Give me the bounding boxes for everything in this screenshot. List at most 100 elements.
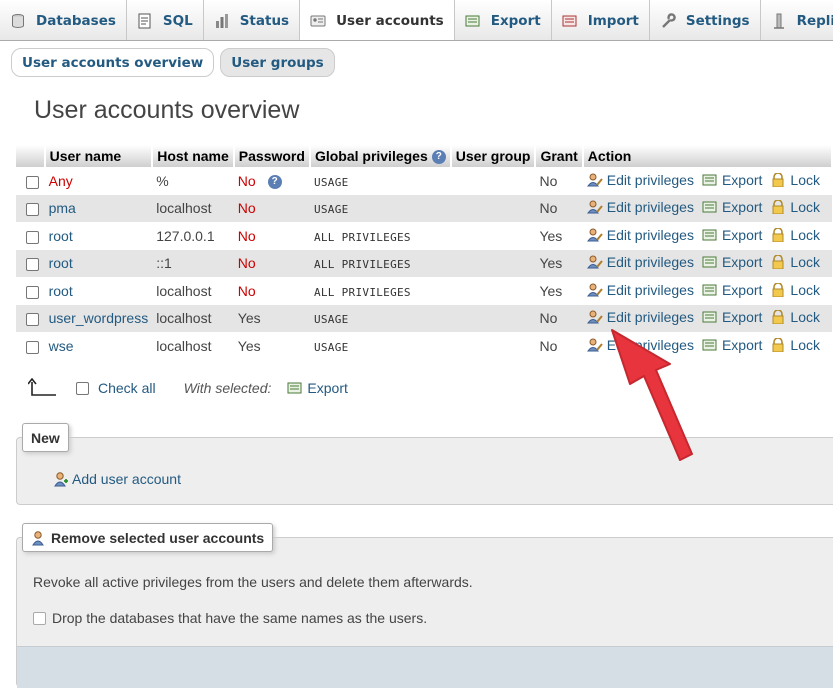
user-name[interactable]: wse xyxy=(49,338,74,354)
user-name-cell[interactable]: root xyxy=(44,249,153,277)
edit-privileges-label: Edit privileges xyxy=(606,226,694,243)
bulk-export-button[interactable]: Export xyxy=(287,380,348,396)
edit-privileges-label: Edit privileges xyxy=(606,281,694,298)
user-name[interactable]: root xyxy=(49,283,73,299)
edit-privileges-button[interactable]: Edit privileges xyxy=(586,309,694,326)
help-icon[interactable]: ? xyxy=(267,174,282,189)
lock-label: Lock xyxy=(790,336,820,353)
tab-replication[interactable]: Replication xyxy=(761,0,833,40)
remove-section-legend: Remove selected user accounts xyxy=(22,523,274,552)
global-privileges-cell: USAGE xyxy=(309,304,451,332)
new-user-section: Add user account xyxy=(16,437,833,505)
help-icon[interactable]: ? xyxy=(431,150,446,165)
host-name-cell: % xyxy=(152,167,234,195)
row-checkbox[interactable] xyxy=(26,258,39,272)
row-checkbox[interactable] xyxy=(26,230,39,244)
export-icon xyxy=(702,228,718,242)
new-section-legend: New xyxy=(22,423,69,452)
user-name-cell[interactable]: root xyxy=(44,277,153,305)
export-user-button[interactable]: Export xyxy=(702,282,762,298)
edit-privileges-button[interactable]: Edit privileges xyxy=(586,199,694,215)
user-group-cell xyxy=(450,332,536,360)
edit-privileges-button[interactable]: Edit privileges xyxy=(586,281,694,298)
global-privileges-cell: USAGE xyxy=(309,194,451,222)
tab-status[interactable]: Status xyxy=(204,0,301,40)
user-accounts-table: User name Host name Password Global priv… xyxy=(16,145,833,360)
tab-settings[interactable]: Settings xyxy=(650,0,761,40)
host-name-cell: 127.0.0.1 xyxy=(152,222,234,250)
select-column-header xyxy=(16,145,46,167)
user-name-cell[interactable]: root xyxy=(44,222,153,250)
row-checkbox[interactable] xyxy=(26,340,39,354)
edit-privileges-button[interactable]: Edit privileges xyxy=(586,254,694,270)
privileges-value: USAGE xyxy=(313,175,349,189)
column-header-user-name[interactable]: User name xyxy=(44,145,154,167)
export-label: Export xyxy=(721,281,763,298)
user-name-cell[interactable]: Any xyxy=(44,167,153,195)
user-name[interactable]: root xyxy=(49,228,73,244)
lock-icon xyxy=(770,199,786,215)
user-name-cell[interactable]: pma xyxy=(44,194,153,222)
drop-databases-label[interactable]: Drop the databases that have the same na… xyxy=(52,610,427,626)
tab-databases[interactable]: Databases xyxy=(0,0,127,40)
row-select-cell xyxy=(16,304,45,332)
user-name[interactable]: root xyxy=(49,255,73,271)
add-user-account-link[interactable]: Add user account xyxy=(53,471,181,487)
user-name-cell[interactable]: user_wordpress xyxy=(44,304,153,332)
column-header-password: Password xyxy=(233,145,311,167)
export-user-button[interactable]: Export xyxy=(702,199,762,215)
lock-user-button[interactable]: Lock xyxy=(770,199,820,215)
user-name-cell[interactable]: wse xyxy=(44,332,153,360)
row-checkbox[interactable] xyxy=(26,203,39,217)
tab-label: Status xyxy=(239,12,290,29)
replication-icon xyxy=(771,13,787,29)
lock-user-button[interactable]: Lock xyxy=(770,309,820,325)
bulk-export-label: Export xyxy=(307,380,348,396)
tab-user-accounts[interactable]: User accounts xyxy=(300,0,455,40)
subtab-user-groups[interactable]: User groups xyxy=(220,48,335,77)
password-cell: No xyxy=(233,194,310,222)
action-cell: Edit privileges Export Lock xyxy=(582,222,832,250)
host-name-cell: ::1 xyxy=(152,249,234,277)
user-name[interactable]: user_wordpress xyxy=(49,310,149,326)
edit-privileges-button[interactable]: Edit privileges xyxy=(586,226,694,243)
row-checkbox[interactable] xyxy=(26,175,39,189)
lock-user-button[interactable]: Lock xyxy=(770,282,820,298)
row-checkbox[interactable] xyxy=(26,285,39,299)
export-icon xyxy=(465,13,481,29)
subtab-user-accounts-overview[interactable]: User accounts overview xyxy=(11,48,215,77)
row-select-cell xyxy=(16,277,45,305)
user-name[interactable]: Any xyxy=(49,173,73,189)
edit-privileges-button[interactable]: Edit privileges xyxy=(586,172,694,188)
export-icon xyxy=(287,382,302,394)
tab-export[interactable]: Export xyxy=(455,0,552,40)
column-header-host-name[interactable]: Host name xyxy=(152,145,235,167)
export-user-button[interactable]: Export xyxy=(702,227,762,243)
export-icon xyxy=(702,283,718,297)
edit-privileges-icon xyxy=(586,338,603,352)
global-privileges-cell: USAGE xyxy=(309,167,451,195)
lock-user-button[interactable]: Lock xyxy=(770,227,820,243)
lock-user-button[interactable]: Lock xyxy=(770,337,820,353)
tab-sql[interactable]: SQL xyxy=(127,0,204,40)
export-label: Export xyxy=(721,309,763,326)
add-user-account-label: Add user account xyxy=(72,471,181,487)
drop-databases-option: Drop the databases that have the same na… xyxy=(33,610,427,626)
tab-import[interactable]: Import xyxy=(552,0,650,40)
check-all-checkbox[interactable] xyxy=(76,381,89,395)
annotation-arrow-icon xyxy=(611,329,693,461)
drop-databases-checkbox[interactable] xyxy=(33,611,46,625)
user-name[interactable]: pma xyxy=(49,200,76,216)
row-checkbox[interactable] xyxy=(26,313,39,327)
lock-user-button[interactable]: Lock xyxy=(770,254,820,270)
table-row: pma localhost No USAGE No Edit privileges Expo… xyxy=(16,194,832,222)
edit-privileges-label: Edit privileges xyxy=(606,309,694,326)
export-icon xyxy=(702,255,718,269)
lock-label: Lock xyxy=(790,254,820,271)
lock-user-button[interactable]: Lock xyxy=(770,172,820,188)
export-user-button[interactable]: Export xyxy=(702,172,762,188)
check-all-label[interactable]: Check all xyxy=(98,380,156,396)
export-user-button[interactable]: Export xyxy=(702,337,762,353)
export-user-button[interactable]: Export xyxy=(702,309,762,325)
export-user-button[interactable]: Export xyxy=(702,254,762,270)
